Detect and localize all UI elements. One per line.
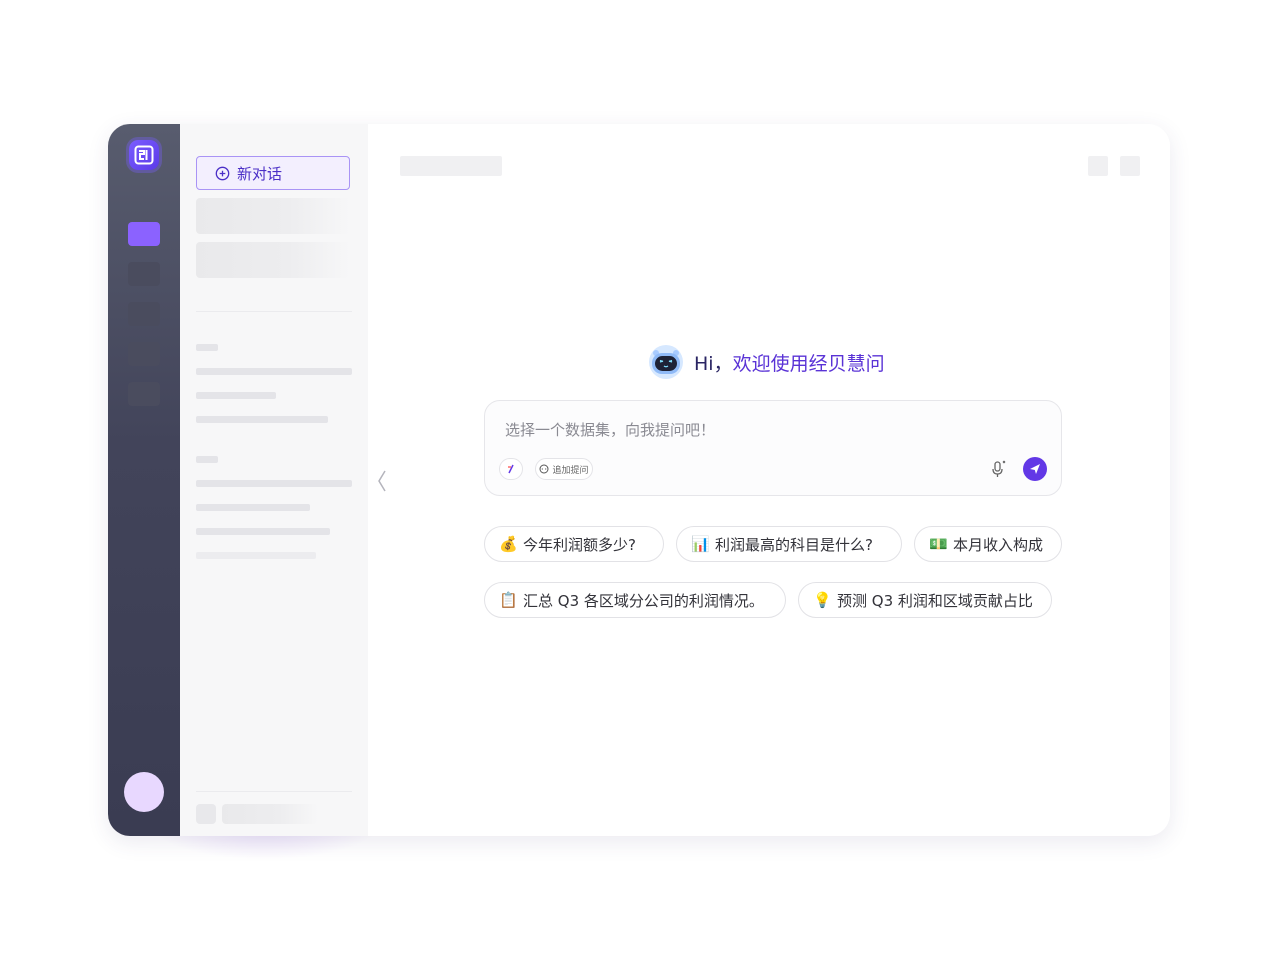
rail-item-chat[interactable] (128, 222, 160, 246)
app-window: 新对话 Hi， 欢迎使用经贝慧问 选择一个数据集，向我提问吧！ 追加提问 💰 今… (108, 124, 1170, 836)
plus-chat-icon (215, 166, 230, 180)
quick-command-button[interactable] (499, 458, 523, 480)
list-item-placeholder[interactable] (196, 416, 328, 423)
history-item-placeholder[interactable] (196, 242, 350, 278)
panel-divider (196, 311, 352, 312)
header-action-placeholder[interactable] (1088, 156, 1108, 176)
main-chat-area: Hi， 欢迎使用经贝慧问 追加提问 (368, 124, 1170, 836)
slash-command-icon (508, 464, 514, 474)
suggestion-text: 今年利润额多少? (523, 535, 636, 554)
robot-mascot-icon (649, 345, 683, 379)
send-button[interactable] (1023, 457, 1047, 481)
suggestion-text: 汇总 Q3 各区域分公司的利润情况。 (523, 591, 764, 610)
app-logo-icon[interactable] (129, 140, 159, 170)
group-label-placeholder (196, 456, 218, 463)
new-chat-label: 新对话 (237, 164, 283, 183)
question-input[interactable] (503, 415, 1027, 445)
list-item-placeholder[interactable] (196, 480, 352, 487)
history-item-placeholder[interactable] (196, 198, 350, 234)
banknote-icon: 💵 (929, 535, 948, 553)
rail-item-2[interactable] (128, 262, 160, 286)
append-question-button[interactable]: 追加提问 (535, 458, 593, 480)
list-item-placeholder[interactable] (196, 504, 310, 511)
conversation-panel: 新对话 (180, 124, 368, 836)
lightbulb-icon: 💡 (813, 591, 832, 609)
list-item-placeholder[interactable] (196, 528, 330, 535)
header-action-placeholder[interactable] (1120, 156, 1140, 176)
user-avatar[interactable] (124, 772, 164, 812)
rail-item-5[interactable] (128, 382, 160, 406)
suggestion-chip[interactable]: 📋 汇总 Q3 各区域分公司的利润情况。 (484, 582, 786, 618)
list-item-placeholder[interactable] (196, 392, 276, 399)
collapse-sidebar-chevron-icon[interactable] (376, 468, 390, 494)
chat-bubble-icon (539, 464, 549, 474)
greeting-brand: 欢迎使用经贝慧问 (732, 352, 885, 375)
group-label-placeholder (196, 344, 218, 351)
footer-icon-placeholder[interactable] (196, 804, 216, 824)
paper-plane-icon (1030, 464, 1040, 474)
rail-item-3[interactable] (128, 302, 160, 326)
suggestion-chip[interactable]: 💵 本月收入构成 (914, 526, 1062, 562)
clipboard-icon: 📋 (499, 591, 518, 609)
money-bag-icon: 💰 (499, 535, 518, 553)
suggestion-text: 本月收入构成 (953, 535, 1044, 554)
suggestion-chip[interactable]: 💰 今年利润额多少? (484, 526, 664, 562)
header-title-placeholder (400, 156, 502, 176)
bar-chart-icon: 📊 (691, 535, 710, 553)
panel-divider-bottom (196, 791, 352, 792)
append-question-label: 追加提问 (552, 465, 589, 476)
rail-item-4[interactable] (128, 342, 160, 366)
new-chat-button[interactable]: 新对话 (196, 156, 350, 190)
microphone-icon[interactable] (987, 458, 1009, 480)
suggestion-chip[interactable]: 💡 预测 Q3 利润和区域贡献占比 (798, 582, 1052, 618)
nav-rail (108, 124, 180, 836)
greeting-prefix: Hi， (694, 352, 733, 375)
chat-input-box: 追加提问 (484, 400, 1062, 496)
list-item-placeholder[interactable] (196, 552, 316, 559)
footer-label-placeholder (222, 804, 318, 824)
suggestion-text: 利润最高的科目是什么? (715, 535, 873, 554)
suggestion-chip[interactable]: 📊 利润最高的科目是什么? (676, 526, 902, 562)
list-item-placeholder[interactable] (196, 368, 352, 375)
suggestion-text: 预测 Q3 利润和区域贡献占比 (837, 591, 1033, 610)
welcome-greeting: Hi， 欢迎使用经贝慧问 (648, 344, 885, 380)
